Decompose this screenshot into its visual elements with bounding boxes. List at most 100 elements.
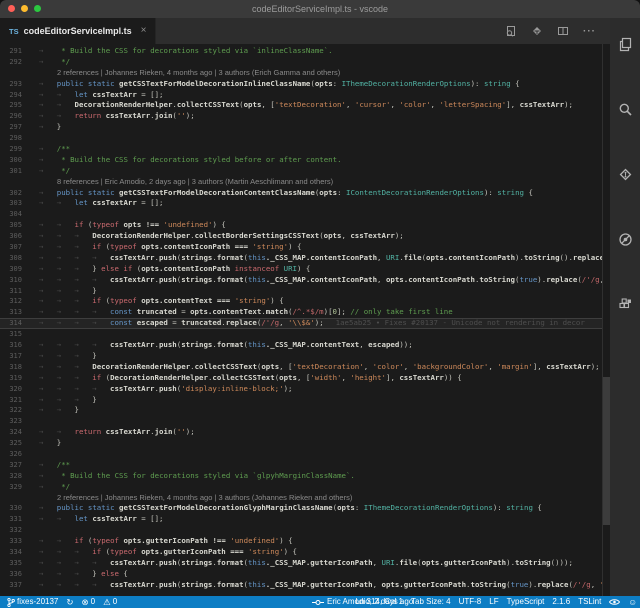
source-control-button[interactable] <box>616 165 634 183</box>
code-line: 294→→let cssTextArr = []; <box>0 90 603 101</box>
code-line: 296→→return cssTextArr.join(''); <box>0 111 603 122</box>
code-line: 297→} <box>0 122 603 133</box>
tab-whitespace-arrow: → <box>39 340 57 351</box>
language-mode-item[interactable]: TypeScript <box>507 596 545 608</box>
ts-version-item[interactable]: 2.1.6 <box>552 596 570 608</box>
extensions-button[interactable] <box>616 295 634 313</box>
git-branch-item[interactable]: fixes-20137 <box>7 596 58 608</box>
code-line: 313→→→→const truncated = opts.contentTex… <box>0 307 603 318</box>
tab-whitespace-arrow: → <box>57 286 75 297</box>
line-number: 330 <box>0 503 22 514</box>
code-line: 322→→} <box>0 405 603 416</box>
line-number: 321 <box>0 395 22 406</box>
no-debug-icon <box>618 232 633 247</box>
encoding-item[interactable]: UTF-8 <box>459 596 482 608</box>
tab-whitespace-arrow: → <box>75 264 93 275</box>
gitlens-button[interactable] <box>531 25 543 37</box>
line-number: 303 <box>0 198 22 209</box>
warnings-item[interactable]: ⚠ 0 <box>103 596 117 608</box>
vscode-window: codeEditorServiceImpl.ts - vscode TS cod… <box>0 0 640 608</box>
tslint-item[interactable]: TSLint <box>578 596 601 608</box>
tab-whitespace-arrow: → <box>39 198 57 209</box>
tab-whitespace-arrow: → <box>57 264 75 275</box>
split-editor-button[interactable] <box>557 25 569 37</box>
sync-button[interactable]: ↻ <box>66 598 73 607</box>
line-number: 292 <box>0 57 22 68</box>
code-line: 320→→→→cssTextArr.push('display:inline-b… <box>0 384 603 395</box>
code-line: 328→ * Build the CSS for decorations sty… <box>0 471 603 482</box>
tab-whitespace-arrow: → <box>57 351 75 362</box>
gitlens-blame-annotation: 1ae5ab25 • Fixes #20137 - Unicode not re… <box>336 318 585 327</box>
tab-size-item[interactable]: Tab Size: 4 <box>411 596 451 608</box>
line-number: 333 <box>0 536 22 547</box>
line-number: 316 <box>0 340 22 351</box>
tab-whitespace-arrow: → <box>92 580 110 591</box>
tab-whitespace-arrow: → <box>39 253 57 264</box>
scrollbar-thumb[interactable] <box>603 377 610 525</box>
tab-whitespace-arrow: → <box>39 580 57 591</box>
line-number: 329 <box>0 482 22 493</box>
codelens-line: 2 references | Johannes Rieken, 4 months… <box>0 493 603 504</box>
debug-button[interactable] <box>616 230 634 248</box>
line-number: 317 <box>0 351 22 362</box>
tab-whitespace-arrow: → <box>39 286 57 297</box>
code-line: 299→/** <box>0 144 603 155</box>
tab-whitespace-arrow: → <box>75 547 93 558</box>
line-number: 308 <box>0 253 22 264</box>
extensions-icon <box>618 297 633 312</box>
tab-whitespace-arrow: → <box>39 558 57 569</box>
branch-name: fixes-20137 <box>17 596 58 608</box>
code-line: 292→ */ <box>0 57 603 68</box>
code-line: 304 <box>0 209 603 220</box>
tab-whitespace-arrow: → <box>92 384 110 395</box>
line-number: 299 <box>0 144 22 155</box>
tab-whitespace-arrow: → <box>57 231 75 242</box>
line-number: 294 <box>0 90 22 101</box>
code-line: 334→→→if (typeof opts.gutterIconPath ===… <box>0 547 603 558</box>
tab-whitespace-arrow: → <box>57 514 75 525</box>
tab-whitespace-arrow: → <box>75 286 93 297</box>
tab-whitespace-arrow: → <box>75 373 93 384</box>
tab-filename: codeEditorServiceImpl.ts <box>24 26 132 36</box>
toggle-blame-button[interactable] <box>609 598 620 606</box>
tab-whitespace-arrow: → <box>39 569 57 580</box>
code-line: 301→ */ <box>0 166 603 177</box>
tab-whitespace-arrow: → <box>39 111 57 122</box>
gitlens-blame-item[interactable]: Eric Amodio, 2 days ago <box>312 596 413 608</box>
file-search-icon <box>505 25 517 37</box>
code-line: 324→→return cssTextArr.join(''); <box>0 427 603 438</box>
code-line: 302→public static getCSSTextForModelDeco… <box>0 188 603 199</box>
open-changes-button[interactable] <box>505 25 517 37</box>
code-line: 323 <box>0 416 603 427</box>
code-line: 307→→→if (typeof opts.contentIconPath ==… <box>0 242 603 253</box>
tab-codeEditorServiceImpl[interactable]: TS codeEditorServiceImpl.ts × <box>0 18 156 44</box>
tab-whitespace-arrow: → <box>57 427 75 438</box>
tab-whitespace-arrow: → <box>39 384 57 395</box>
line-number: 335 <box>0 558 22 569</box>
feedback-smiley-button[interactable]: ☺ <box>628 598 637 607</box>
code-area[interactable]: 291→ * Build the CSS for decorations sty… <box>0 46 610 591</box>
status-bar: fixes-20137 ↻ ⊗ 0 ⚠ 0 Eric Amodio, 2 day… <box>0 596 640 608</box>
errors-item[interactable]: ⊗ 0 <box>81 596 95 608</box>
tab-whitespace-arrow: → <box>57 340 75 351</box>
eol-item[interactable]: LF <box>489 596 498 608</box>
tab-whitespace-arrow: → <box>57 395 75 406</box>
close-tab-icon[interactable]: × <box>141 26 147 36</box>
tab-whitespace-arrow: → <box>57 90 75 101</box>
code-line: 319→→→if (DecorationRenderHelper.collect… <box>0 373 603 384</box>
tab-whitespace-arrow: → <box>75 384 93 395</box>
tab-whitespace-arrow: → <box>75 296 93 307</box>
tab-whitespace-arrow: → <box>75 395 93 406</box>
line-number: 295 <box>0 100 22 111</box>
editor[interactable]: 291→ * Build the CSS for decorations sty… <box>0 44 610 596</box>
line-number: 300 <box>0 155 22 166</box>
code-line: 309→→→} else if (opts.contentIconPath in… <box>0 264 603 275</box>
tab-whitespace-arrow: → <box>57 275 75 286</box>
split-editor-icon <box>557 25 569 37</box>
tab-whitespace-arrow: → <box>57 100 75 111</box>
more-actions-button[interactable]: ··· <box>583 26 596 37</box>
line-number: 307 <box>0 242 22 253</box>
search-button[interactable] <box>616 100 634 118</box>
tab-whitespace-arrow: → <box>75 351 93 362</box>
explorer-button[interactable] <box>616 35 634 53</box>
